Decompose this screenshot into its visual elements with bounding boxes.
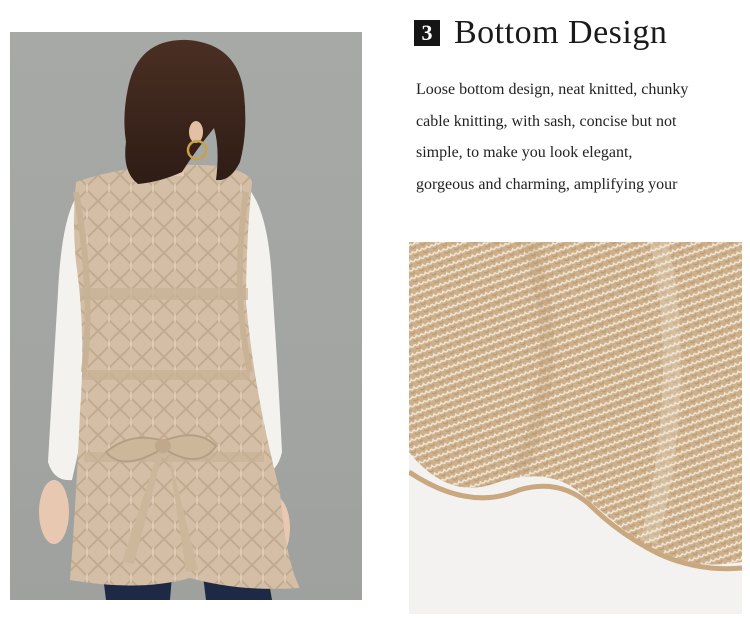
section-title: Bottom Design [454,14,668,51]
description-line: cable knitting, with sash, concise but n… [416,112,677,130]
section-number-badge: 3 [414,20,440,46]
section-heading: 3 Bottom Design [414,14,667,52]
fabric-closeup-photo [409,242,742,614]
description-line: Loose bottom design, neat knitted, chunk… [416,81,689,98]
model-back-view-photo [10,32,362,600]
section-description: Loose bottom design, neat knitted, chunk… [416,74,738,200]
description-line: gorgeous and charming, amplifying your [416,175,678,193]
description-line: simple, to make you look elegant, [416,144,633,161]
model-illustration [39,39,300,600]
knit-texture-illustration [409,242,742,614]
